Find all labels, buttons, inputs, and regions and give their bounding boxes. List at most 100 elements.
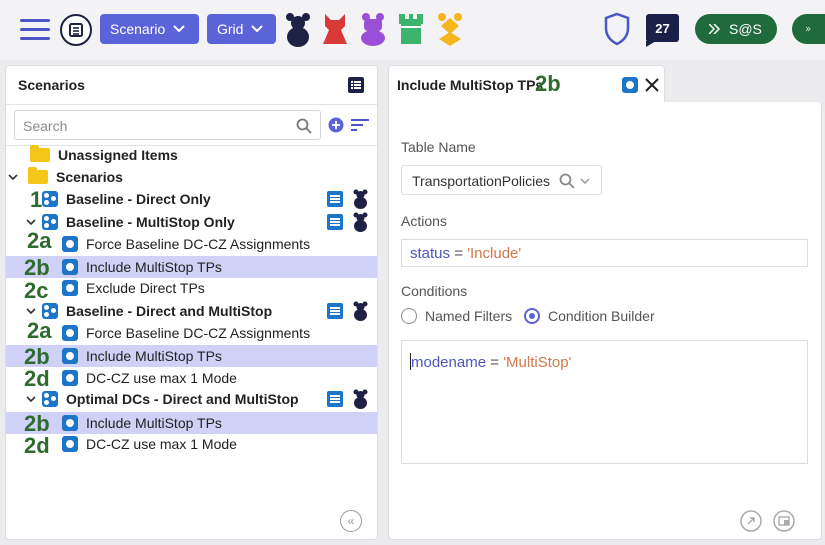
collapse-panel-button[interactable]: « [340,510,362,532]
list-item[interactable]: Scenarios [6,166,377,188]
chevron-down-icon[interactable] [26,307,36,315]
tree-label: Baseline - Direct and MultiStop [66,303,273,319]
rule-icon [62,236,78,252]
list-item[interactable]: DC-CZ use max 1 Mode [6,367,377,389]
list-item[interactable]: Baseline - Direct Only [6,188,377,210]
run-button[interactable]: S@S [695,14,777,44]
run-button-2[interactable] [792,14,825,44]
rule-icon [62,259,78,275]
list-item[interactable]: Include MultiStop TPs [6,412,377,434]
grid-icon[interactable] [327,214,343,230]
grid-dropdown[interactable]: Grid [207,14,276,44]
step-tag: 2c [24,278,49,303]
navy-bear-icon[interactable] [353,389,368,409]
rule-icon [62,348,78,364]
list-item[interactable]: Baseline - Direct and MultiStop [6,300,377,322]
condition-keyword: modename [411,354,487,371]
popout-icon[interactable] [773,510,795,532]
tree-label: Include MultiStop TPs [86,415,222,431]
tree-label: Force Baseline DC-CZ Assignments [86,236,311,252]
tree-label: DC-CZ use max 1 Mode [86,436,237,452]
tree-label: Force Baseline DC-CZ Assignments [86,325,311,341]
condition-operator: = [486,354,504,371]
list-item[interactable]: Unassigned Items [6,144,377,166]
search-placeholder: Search [23,118,68,134]
purple-piece-icon[interactable] [359,12,387,46]
tree-label: DC-CZ use max 1 Mode [86,370,237,386]
sort-icon[interactable] [351,119,369,131]
rule-icon [622,77,638,93]
editor-tab[interactable]: Include MultiStop TPs 2b [388,65,665,103]
chevron-down-icon[interactable] [26,395,36,403]
step-tag: 2b [535,71,561,96]
action-operator: = [450,245,468,262]
named-filters-radio[interactable]: Named Filters [401,308,512,324]
grid-icon[interactable] [327,303,343,319]
step-tag: 2d [24,433,50,458]
run-icon [709,24,721,34]
radio-on-icon [524,308,540,324]
step-tag: 1 [30,187,43,212]
step-tag: 2a [27,318,52,343]
tree-label: Baseline - Direct Only [66,191,211,207]
rule-icon [62,325,78,341]
menu-icon[interactable] [20,19,50,41]
search-input[interactable]: Search [14,110,321,140]
navy-bear-icon[interactable] [353,189,368,209]
rule-editor-panel: Table Name TransportationPolicies Action… [388,102,822,540]
scenario-dropdown[interactable]: Scenario [100,14,199,44]
add-icon[interactable] [328,117,344,133]
yellow-piece-icon[interactable] [435,12,465,46]
grid-dropdown-label: Grid [217,21,244,37]
condition-builder-radio[interactable]: Condition Builder [524,308,655,324]
green-tower-icon[interactable] [397,12,425,46]
list-item[interactable]: Optimal DCs - Direct and MultiStop [6,388,377,410]
search-icon [559,173,575,189]
panel-title: Scenarios [18,77,85,93]
list-view-button[interactable] [60,14,92,46]
rule-icon [62,370,78,386]
list-item[interactable]: Force Baseline DC-CZ Assignments [6,322,377,344]
chevron-down-icon[interactable] [8,173,18,181]
search-icon [296,118,312,134]
chevron-down-icon [251,25,264,33]
conditions-label: Conditions [401,283,468,299]
list-item[interactable]: Include MultiStop TPs [6,256,377,278]
list-item[interactable]: Exclude Direct TPs [6,277,377,299]
red-piece-icon[interactable] [321,12,349,46]
chevron-down-icon [580,178,590,185]
close-icon[interactable] [645,78,659,92]
navy-bear-icon[interactable] [353,212,368,232]
rule-icon [62,280,78,296]
rule-icon [62,436,78,452]
navy-bear-icon[interactable] [353,301,368,321]
table-name-select[interactable]: TransportationPolicies [401,165,602,195]
top-toolbar: Scenario Grid 27 S@S [0,0,825,60]
grid-icon[interactable] [327,191,343,207]
shield-icon[interactable] [603,12,631,46]
expand-icon[interactable] [740,510,762,532]
list-item[interactable]: DC-CZ use max 1 Mode [6,433,377,455]
folder-icon [28,167,48,184]
list-item[interactable]: Force Baseline DC-CZ Assignments [6,233,377,255]
step-tag: 2b [24,411,50,436]
list-icon[interactable] [348,77,364,93]
tree-label: Baseline - MultiStop Only [66,214,235,230]
scenario-icon [42,391,58,407]
tree-label: Optimal DCs - Direct and MultiStop [66,391,299,407]
step-tag: 2a [27,228,52,253]
navy-bear-icon[interactable] [285,12,311,48]
actions-editor[interactable]: status = 'Include' [401,239,808,267]
chevron-down-icon[interactable] [26,218,36,226]
table-name-label: Table Name [401,139,476,155]
condition-editor[interactable]: modename = 'MultiStop' [401,340,808,464]
radio-off-icon [401,308,417,324]
named-filters-label: Named Filters [425,308,513,324]
rule-icon [62,415,78,431]
grid-icon[interactable] [327,391,343,407]
list-item[interactable]: Include MultiStop TPs [6,345,377,367]
list-item[interactable]: Baseline - MultiStop Only [6,211,377,233]
tree-label: Include MultiStop TPs [86,348,222,364]
actions-label: Actions [401,213,447,229]
notification-count-badge[interactable]: 27 [646,14,679,42]
